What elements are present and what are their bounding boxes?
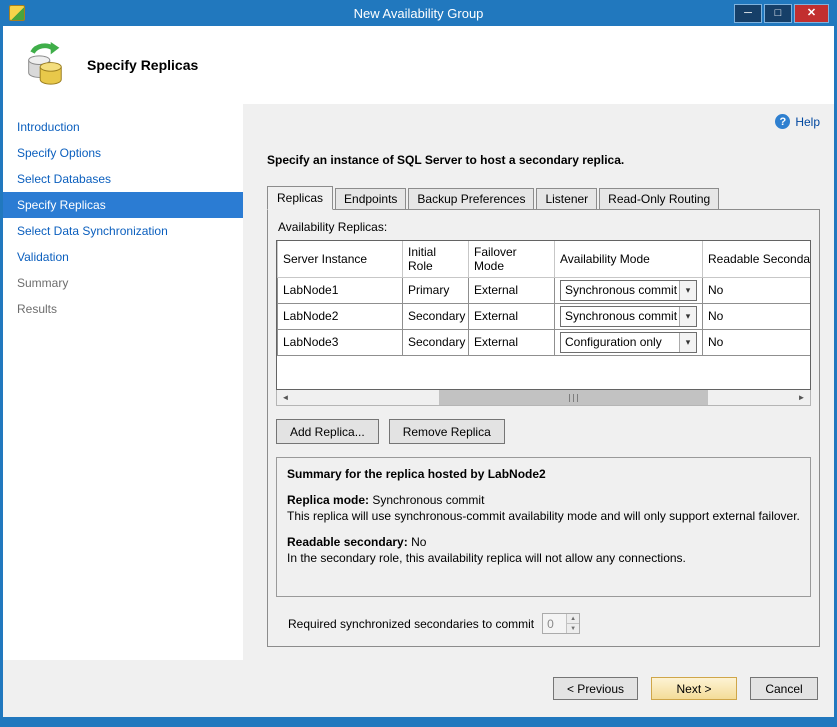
column-header-availability-mode: Availability Mode xyxy=(555,241,703,277)
close-button[interactable]: ✕ xyxy=(794,4,829,23)
availability-mode-select[interactable]: Synchronous commit ▾ xyxy=(560,280,697,301)
instruction-text: Specify an instance of SQL Server to hos… xyxy=(267,153,820,167)
scroll-left-icon[interactable]: ◄ xyxy=(277,390,294,405)
new-availability-group-window: New Availability Group ─ □ ✕ Specify Rep… xyxy=(0,0,837,727)
table-row: LabNode1 Primary External Synchronous co… xyxy=(278,277,812,303)
spinner-down-icon[interactable]: ▼ xyxy=(567,624,579,633)
scrollbar-thumb[interactable] xyxy=(439,390,708,405)
scrollbar-track[interactable] xyxy=(294,390,793,405)
add-replica-button[interactable]: Add Replica... xyxy=(276,419,379,444)
wizard-steps-sidebar: Introduction Specify Options Select Data… xyxy=(3,104,243,660)
sidebar-item-results: Results xyxy=(3,296,243,322)
quorum-row: Required synchronized secondaries to com… xyxy=(276,613,811,634)
cell-readable-secondary: No xyxy=(703,303,812,329)
tab-strip: Replicas Endpoints Backup Preferences Li… xyxy=(267,185,820,209)
chevron-down-icon[interactable]: ▾ xyxy=(679,333,696,352)
help-label: Help xyxy=(795,115,820,129)
replica-mode-line: Replica mode: Synchronous commit xyxy=(287,493,800,507)
replica-mode-description: This replica will use synchronous-commit… xyxy=(287,509,800,523)
column-header-failover-mode: Failover Mode xyxy=(469,241,555,277)
cell-server-instance: LabNode2 xyxy=(278,303,403,329)
wizard-body: Introduction Specify Options Select Data… xyxy=(3,104,834,660)
maximize-button[interactable]: □ xyxy=(764,4,792,23)
cell-readable-secondary: No xyxy=(703,329,812,355)
scroll-right-icon[interactable]: ► xyxy=(793,390,810,405)
help-icon: ? xyxy=(775,114,790,129)
window-controls: ─ □ ✕ xyxy=(734,4,829,23)
wizard-header: Specify Replicas xyxy=(3,26,834,104)
main-content: ? Help Specify an instance of SQL Server… xyxy=(243,104,834,660)
sidebar-item-summary: Summary xyxy=(3,270,243,296)
horizontal-scrollbar[interactable]: ◄ ► xyxy=(276,390,811,406)
spinner-up-icon[interactable]: ▲ xyxy=(567,614,579,624)
next-button[interactable]: Next > xyxy=(651,677,737,700)
sidebar-item-validation[interactable]: Validation xyxy=(3,244,243,270)
cell-failover-mode: External xyxy=(469,277,555,303)
table-row: LabNode2 Secondary External Synchronous … xyxy=(278,303,812,329)
readable-secondary-line: Readable secondary: No xyxy=(287,535,800,549)
tab-backup-preferences[interactable]: Backup Preferences xyxy=(408,188,534,210)
cell-failover-mode: External xyxy=(469,329,555,355)
sidebar-item-specify-replicas[interactable]: Specify Replicas xyxy=(3,192,243,218)
chevron-down-icon[interactable]: ▾ xyxy=(679,307,696,326)
availability-replicas-label: Availability Replicas: xyxy=(278,220,811,234)
titlebar: New Availability Group ─ □ ✕ xyxy=(3,0,834,26)
cell-initial-role: Secondary xyxy=(403,303,469,329)
window-title: New Availability Group xyxy=(3,6,834,21)
replica-actions: Add Replica... Remove Replica xyxy=(276,419,811,444)
previous-button[interactable]: < Previous xyxy=(553,677,638,700)
cell-failover-mode: External xyxy=(469,303,555,329)
tab-replicas[interactable]: Replicas xyxy=(267,186,333,210)
cancel-button[interactable]: Cancel xyxy=(750,677,818,700)
availability-mode-select[interactable]: Configuration only ▾ xyxy=(560,332,697,353)
chevron-down-icon[interactable]: ▾ xyxy=(679,281,696,300)
replicas-database-icon xyxy=(21,41,67,90)
remove-replica-button[interactable]: Remove Replica xyxy=(389,419,505,444)
spinner-value: 0 xyxy=(543,614,566,633)
readable-secondary-description: In the secondary role, this availability… xyxy=(287,551,800,565)
sidebar-item-select-data-synchronization[interactable]: Select Data Synchronization xyxy=(3,218,243,244)
column-header-initial-role: Initial Role xyxy=(403,241,469,277)
column-header-readable-secondary: Readable Secondary xyxy=(703,241,812,277)
column-header-server-instance: Server Instance xyxy=(278,241,403,277)
cell-initial-role: Secondary xyxy=(403,329,469,355)
cell-initial-role: Primary xyxy=(403,277,469,303)
cell-server-instance: LabNode3 xyxy=(278,329,403,355)
tab-read-only-routing[interactable]: Read-Only Routing xyxy=(599,188,719,210)
table-row: LabNode3 Secondary External Configuratio… xyxy=(278,329,812,355)
summary-title: Summary for the replica hosted by LabNod… xyxy=(287,467,800,481)
sidebar-item-select-databases[interactable]: Select Databases xyxy=(3,166,243,192)
cell-readable-secondary: No xyxy=(703,277,812,303)
wizard-footer: < Previous Next > Cancel xyxy=(3,660,834,717)
cell-server-instance: LabNode1 xyxy=(278,277,403,303)
replicas-tab-panel: Availability Replicas: Server Instance I… xyxy=(267,209,820,647)
minimize-button[interactable]: ─ xyxy=(734,4,762,23)
page-title: Specify Replicas xyxy=(87,57,198,73)
sidebar-item-specify-options[interactable]: Specify Options xyxy=(3,140,243,166)
replicas-grid: Server Instance Initial Role Failover Mo… xyxy=(276,240,811,390)
tab-listener[interactable]: Listener xyxy=(536,188,597,210)
tab-endpoints[interactable]: Endpoints xyxy=(335,188,406,210)
availability-mode-select[interactable]: Synchronous commit ▾ xyxy=(560,306,697,327)
help-link[interactable]: ? Help xyxy=(267,114,820,129)
grid-header-row: Server Instance Initial Role Failover Mo… xyxy=(278,241,812,277)
replica-summary-box: Summary for the replica hosted by LabNod… xyxy=(276,457,811,597)
sidebar-item-introduction[interactable]: Introduction xyxy=(3,114,243,140)
required-secondaries-label: Required synchronized secondaries to com… xyxy=(288,617,534,631)
required-secondaries-spinner[interactable]: 0 ▲ ▼ xyxy=(542,613,580,634)
